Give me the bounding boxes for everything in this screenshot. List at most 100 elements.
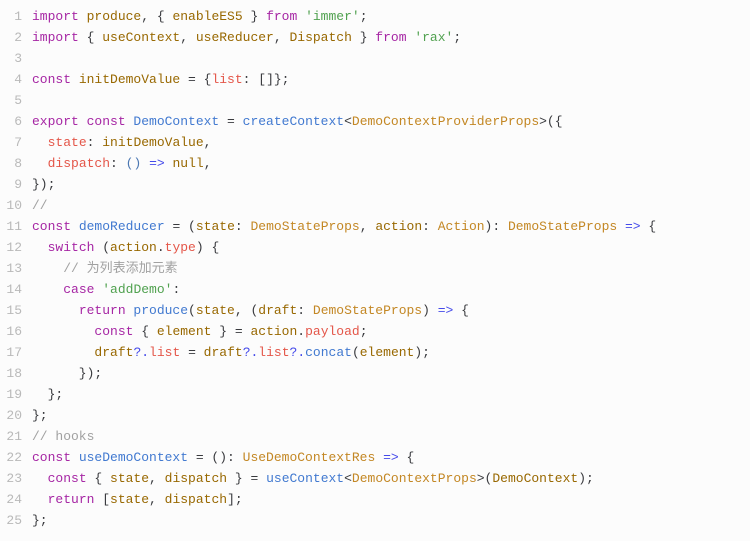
token-default: } =	[211, 324, 250, 339]
token-default	[617, 219, 625, 234]
token-op: ?.	[290, 345, 306, 360]
code-line: 24 return [state, dispatch];	[0, 489, 750, 510]
token-keyword: import	[32, 30, 87, 45]
line-number: 22	[0, 447, 32, 468]
token-ident: dispatch	[165, 471, 227, 486]
token-default: :	[235, 219, 251, 234]
token-ident: DemoContext	[492, 471, 578, 486]
token-ident: draft	[94, 345, 133, 360]
token-string: 'addDemo'	[102, 282, 172, 297]
line-number: 1	[0, 6, 32, 27]
code-line: 6export const DemoContext = createContex…	[0, 111, 750, 132]
token-keyword: const	[32, 219, 79, 234]
line-number: 20	[0, 405, 32, 426]
token-default: ,	[204, 135, 212, 150]
token-func: createContext	[243, 114, 344, 129]
code-line: 13 // 为列表添加元素	[0, 258, 750, 279]
token-default	[32, 261, 63, 276]
token-comment: // hooks	[32, 429, 94, 444]
code-line: 23 const { state, dispatch } = useContex…	[0, 468, 750, 489]
token-default: =	[180, 345, 203, 360]
token-keyword: return	[48, 492, 95, 507]
line-content: export const DemoContext = createContext…	[32, 111, 750, 132]
token-keyword: export const	[32, 114, 133, 129]
line-number: 13	[0, 258, 32, 279]
token-comment: //	[32, 198, 48, 213]
token-punct: ;	[360, 9, 368, 24]
token-default: ,	[204, 156, 212, 171]
line-content: dispatch: () => null,	[32, 153, 750, 174]
token-ident: initDemoValue	[79, 72, 180, 87]
code-line: 7 state: initDemoValue,	[0, 132, 750, 153]
token-string: 'immer'	[305, 9, 360, 24]
token-default: <	[344, 114, 352, 129]
token-prop: dispatch	[48, 156, 110, 171]
token-punct: , {	[141, 9, 172, 24]
code-line: 21// hooks	[0, 426, 750, 447]
token-default: =	[219, 114, 242, 129]
token-default: {	[141, 324, 157, 339]
token-keyword: import	[32, 9, 87, 24]
token-default: {	[399, 450, 415, 465]
token-ident: draft	[204, 345, 243, 360]
line-content: return produce(state, (draft: DemoStateP…	[32, 300, 750, 321]
token-default: = {	[180, 72, 211, 87]
token-ident: state	[196, 303, 235, 318]
token-punct: }	[243, 9, 266, 24]
line-content: const initDemoValue = {list: []};	[32, 69, 750, 90]
line-number: 8	[0, 153, 32, 174]
code-line: 11const demoReducer = (state: DemoStateP…	[0, 216, 750, 237]
line-number: 21	[0, 426, 32, 447]
line-content: const demoReducer = (state: DemoStatePro…	[32, 216, 750, 237]
token-ident: action	[375, 219, 422, 234]
code-line: 2import { useContext, useReducer, Dispat…	[0, 27, 750, 48]
token-default	[32, 135, 48, 150]
code-line: 9});	[0, 174, 750, 195]
line-number: 17	[0, 342, 32, 363]
token-default: };	[32, 513, 48, 528]
line-number: 18	[0, 363, 32, 384]
token-type: DemoContextProps	[352, 471, 477, 486]
line-content: import { useContext, useReducer, Dispatc…	[32, 27, 750, 48]
line-content: };	[32, 405, 750, 426]
token-prop: payload	[305, 324, 360, 339]
code-line: 16 const { element } = action.payload;	[0, 321, 750, 342]
line-number: 7	[0, 132, 32, 153]
token-default: {	[94, 471, 110, 486]
token-func: useContext	[266, 471, 344, 486]
line-content: return [state, dispatch];	[32, 489, 750, 510]
token-default	[32, 324, 94, 339]
line-number: 10	[0, 195, 32, 216]
code-line: 4const initDemoValue = {list: []};	[0, 69, 750, 90]
token-default: .	[297, 324, 305, 339]
line-number: 16	[0, 321, 32, 342]
token-default	[32, 303, 79, 318]
code-line: 20};	[0, 405, 750, 426]
token-type: DemoStateProps	[250, 219, 359, 234]
token-type: UseDemoContextRes	[243, 450, 376, 465]
code-line: 10//	[0, 195, 750, 216]
token-literal: null	[172, 156, 203, 171]
token-default	[141, 156, 149, 171]
line-number: 11	[0, 216, 32, 237]
token-default: };	[32, 387, 63, 402]
token-default: ,	[360, 219, 376, 234]
token-default: )	[422, 303, 438, 318]
code-line: 8 dispatch: () => null,	[0, 153, 750, 174]
token-op: ?.	[243, 345, 259, 360]
token-default: ;	[360, 324, 368, 339]
token-func: DemoContext	[133, 114, 219, 129]
line-content	[32, 48, 750, 69]
token-ident: state	[196, 219, 235, 234]
token-prop: list	[149, 345, 180, 360]
token-ident: initDemoValue	[102, 135, 203, 150]
line-content: draft?.list = draft?.list?.concat(elemen…	[32, 342, 750, 363]
token-default: :	[422, 219, 438, 234]
token-ident: element	[157, 324, 212, 339]
token-type: Action	[438, 219, 485, 234]
line-content: switch (action.type) {	[32, 237, 750, 258]
token-prop: type	[165, 240, 196, 255]
token-default: :	[297, 303, 313, 318]
token-ident: useReducer	[196, 30, 274, 45]
code-line: 1import produce, { enableES5 } from 'imm…	[0, 6, 750, 27]
